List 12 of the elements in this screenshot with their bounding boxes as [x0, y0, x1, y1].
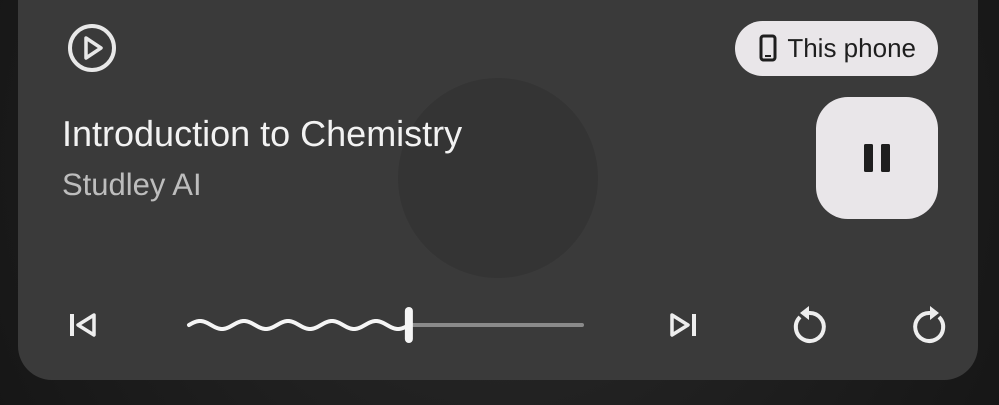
artist-name: Studley AI: [62, 167, 203, 203]
skip-previous-button[interactable]: [68, 312, 98, 338]
seek-bar[interactable]: [186, 305, 584, 345]
track-title: Introduction to Chemistry: [62, 113, 462, 155]
play-icon: [66, 22, 118, 74]
pause-button[interactable]: [816, 97, 938, 219]
skip-next-icon: [668, 312, 698, 338]
skip-next-button[interactable]: [668, 312, 698, 338]
output-device-chip[interactable]: This phone: [735, 20, 938, 76]
phone-icon: [759, 34, 778, 62]
skip-previous-icon: [68, 312, 98, 338]
seek-progress[interactable]: [187, 307, 413, 343]
